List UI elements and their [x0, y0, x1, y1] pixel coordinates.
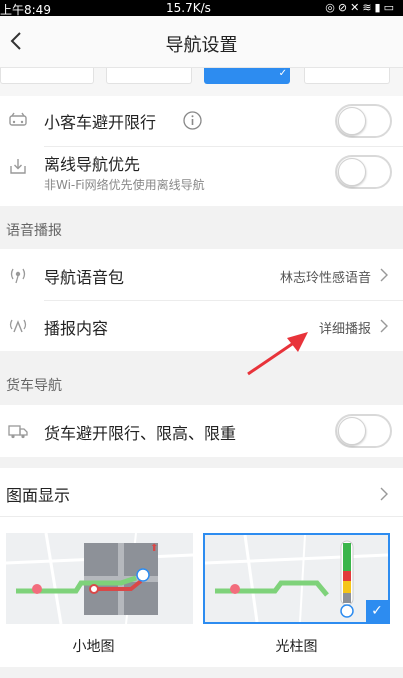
restriction-settings-card: 小客车避开限行 离线导航优先 非Wi-Fi网络优先使用离线导航 — [0, 96, 403, 206]
small-map-option[interactable]: ⬆ — [6, 533, 193, 624]
display-heading: 图面显示 — [6, 486, 71, 505]
route-option[interactable] — [106, 68, 192, 84]
chevron-right-icon[interactable] — [379, 486, 389, 502]
svg-text:⬆: ⬆ — [150, 543, 158, 554]
download-icon — [10, 159, 26, 174]
voice-settings-card: 导航语音包 林志玲性感语音 播报内容 详细播报 — [0, 249, 403, 351]
chevron-right-icon — [380, 268, 388, 282]
status-bar: 上午8:49 15.7K/s ◎⊘✕≋▮▭ — [0, 0, 403, 17]
broadcast-icon — [9, 319, 27, 333]
small-map-preview: ⬆ — [6, 533, 193, 624]
check-icon: ✓ — [278, 68, 287, 79]
setting-label: 导航语音包 — [44, 268, 125, 287]
offline-nav-row: 离线导航优先 非Wi-Fi网络优先使用离线导航 — [0, 146, 403, 206]
truck-icon — [8, 425, 28, 439]
setting-label: 货车避开限行、限高、限重 — [44, 424, 237, 443]
divider — [0, 516, 403, 517]
light-bar-label: 光柱图 — [275, 639, 318, 655]
check-icon: ✓ — [366, 600, 388, 622]
truck-avoid-toggle[interactable] — [335, 414, 392, 448]
route-option[interactable] — [304, 68, 390, 84]
setting-label: 离线导航优先 — [44, 155, 141, 174]
offline-nav-toggle[interactable] — [335, 155, 392, 189]
avoid-limit-car-row: 小客车避开限行 — [0, 96, 403, 146]
battery-icon: ▭ — [383, 1, 397, 14]
setting-value: 详细播报 — [318, 322, 371, 337]
broadcast-content-row[interactable]: 播报内容 详细播报 — [0, 300, 403, 351]
voice-pack-row[interactable]: 导航语音包 林志玲性感语音 — [0, 249, 403, 300]
info-icon[interactable] — [183, 111, 202, 130]
route-option[interactable] — [0, 68, 94, 84]
chevron-right-icon — [380, 319, 388, 333]
truck-avoid-row: 货车避开限行、限高、限重 — [0, 405, 403, 457]
app-header: 导航设置 — [0, 16, 403, 68]
setting-value: 林志玲性感语音 — [279, 271, 371, 286]
voice-icon — [10, 268, 26, 284]
route-preference-strip: ✓ — [0, 68, 403, 96]
wifi-icon: ≋ — [362, 1, 375, 14]
light-bar-preview — [205, 535, 388, 622]
alarm-icon: ◎ — [325, 1, 338, 14]
route-option-selected[interactable]: ✓ — [204, 68, 290, 84]
small-map-label: 小地图 — [72, 639, 115, 655]
car-icon — [9, 112, 27, 126]
light-bar-option[interactable]: ✓ — [203, 533, 390, 624]
toggle-knob — [338, 417, 366, 445]
silent-icon: ✕ — [350, 1, 363, 14]
truck-settings-card: 货车避开限行、限高、限重 — [0, 405, 403, 457]
setting-subtitle: 非Wi-Fi网络优先使用离线导航 — [44, 178, 205, 192]
section-heading-voice: 语音播报 — [6, 223, 62, 239]
toggle-knob — [338, 158, 366, 186]
status-icons: ◎⊘✕≋▮▭ — [325, 1, 397, 14]
section-heading-truck: 货车导航 — [6, 378, 62, 394]
setting-label: 播报内容 — [44, 319, 109, 338]
annotation-arrow-icon — [247, 332, 308, 376]
vibrate-icon: ⊘ — [337, 1, 351, 14]
page-title: 导航设置 — [165, 35, 238, 56]
signal-icon: ▮ — [374, 1, 384, 14]
network-speed: 15.7K/s — [166, 1, 211, 15]
setting-label: 小客车避开限行 — [44, 113, 157, 132]
avoid-limit-car-toggle[interactable] — [335, 104, 392, 138]
toggle-knob — [338, 107, 366, 135]
